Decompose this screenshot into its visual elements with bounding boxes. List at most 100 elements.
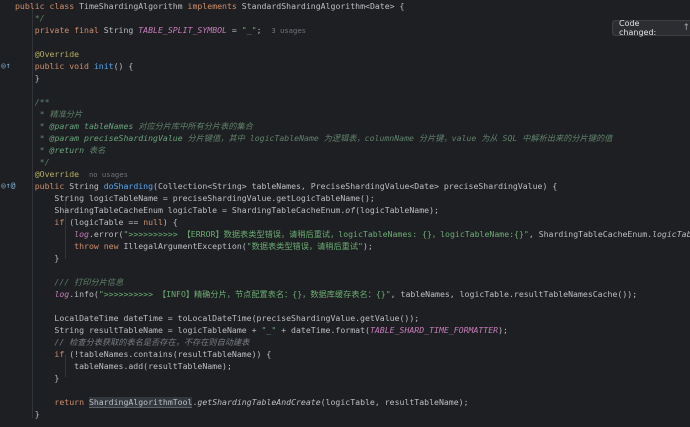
code-token: @param xyxy=(49,133,85,143)
code-line[interactable]: ShardingTableCacheEnum logicTable = Shar… xyxy=(0,204,690,216)
code-token: null xyxy=(143,217,163,227)
code-token: TimeShardingAlgorithm xyxy=(79,1,188,11)
code-token: .info( xyxy=(69,289,99,299)
code-line[interactable]: String resultTableName = logicTableName … xyxy=(0,324,690,336)
code-line[interactable]: * @return 表名 xyxy=(0,144,690,156)
code-token: ShardingAlgorithmTool xyxy=(88,397,193,408)
code-token: of xyxy=(345,205,356,215)
code-token: * xyxy=(15,121,50,131)
code-line[interactable]: return ShardingAlgorithmTool.getSharding… xyxy=(0,396,690,408)
code-line[interactable]: } xyxy=(0,372,690,384)
code-line[interactable]: public class TimeShardingAlgorithm imple… xyxy=(0,0,690,12)
code-token: "_" xyxy=(261,325,277,335)
code-token: tableNames xyxy=(84,121,139,131)
code-line[interactable]: @Override xyxy=(0,48,690,60)
code-token: + dateTime.format( xyxy=(276,325,370,335)
code-token: @Override xyxy=(15,49,80,59)
code-line[interactable]: public String doSharding(Collection<Stri… xyxy=(0,180,690,192)
code-token: "数据表类型错误，请稍后重试" xyxy=(246,241,363,251)
code-line[interactable]: if (logicTable == null) { xyxy=(0,216,690,228)
code-changed-label: Code changed: xyxy=(619,19,657,37)
code-token: class xyxy=(49,1,80,11)
code-token: doSharding xyxy=(103,181,154,191)
code-token: (logicTable == xyxy=(69,217,144,227)
code-token: public xyxy=(15,1,50,11)
code-token: (logicTableName); xyxy=(355,205,439,215)
code-line[interactable]: * @param tableNames 对应分片库中所有分片表的集合 xyxy=(0,120,690,132)
code-line[interactable]: /// 打印分片信息 xyxy=(0,276,690,288)
code-line[interactable]: } xyxy=(0,408,690,420)
arrow-up-icon[interactable]: ↑ xyxy=(682,23,690,33)
code-token: private final xyxy=(15,25,104,35)
code-line[interactable]: /** xyxy=(0,96,690,108)
code-line[interactable]: // 检查分表获取的表名是否存在，不存在则自动建表 xyxy=(0,336,690,348)
code-line[interactable]: log.error(">>>>>>>>>> 【ERROR】数据表类型错误，请稍后… xyxy=(0,228,690,240)
code-line[interactable]: LocalDateTime dateTime = toLocalDateTime… xyxy=(0,312,690,324)
code-token: @Override xyxy=(15,169,89,179)
code-token: , tableNames, logicTable.resultTableName… xyxy=(390,289,638,299)
code-changed-notification[interactable]: Code changed: ↑ xyxy=(612,19,690,37)
code-token: init xyxy=(93,61,114,71)
code-token: TABLE_SPLIT_SYMBOL xyxy=(138,25,227,35)
code-line[interactable]: throw new IllegalArgumentException("数据表类… xyxy=(0,240,690,252)
code-token: preciseShardingValue xyxy=(84,133,188,143)
code-token: IllegalArgumentException( xyxy=(123,241,247,251)
code-token: /// 打印分片信息 xyxy=(15,277,124,287)
code-token: 分片键值，其中 logicTableName 为逻辑表，columnName 分… xyxy=(187,133,613,143)
code-token: = xyxy=(226,25,242,35)
code-token: (!tableNames.contains(resultTableName)) … xyxy=(69,349,272,359)
code-token: ">>>>>>>>>> 【INFO】精确分片，节点配置表名：{}，数据库缓存表名… xyxy=(98,289,391,299)
code-token: .error( xyxy=(88,229,124,239)
override-gutter-icon[interactable]: ◎↑ xyxy=(1,61,11,71)
override-gutter-icon[interactable]: ◎↑@ xyxy=(1,181,15,191)
code-line[interactable]: */ xyxy=(0,156,690,168)
code-token: ShardingTableCacheEnum logicTable = Shar… xyxy=(15,205,346,215)
code-line[interactable]: private final String TABLE_SPLIT_SYMBOL … xyxy=(0,24,690,36)
code-token: logicTableNames xyxy=(652,229,690,239)
code-line[interactable]: if (!tableNames.contains(resultTableName… xyxy=(0,348,690,360)
code-token: } xyxy=(15,73,40,83)
code-token: ); xyxy=(362,241,373,251)
code-token: , ShardingTableCacheEnum. xyxy=(528,229,653,239)
code-line[interactable]: * 精准分片 xyxy=(0,108,690,120)
code-line[interactable]: @Override no usages xyxy=(0,168,690,180)
code-editor[interactable]: public class TimeShardingAlgorithm imple… xyxy=(0,0,690,427)
code-token: */ xyxy=(15,157,50,167)
code-token: String xyxy=(103,25,139,35)
code-line[interactable]: tableNames.add(resultTableName); xyxy=(0,360,690,372)
code-token: getShardingTableAndCreate xyxy=(197,397,321,407)
code-line[interactable]: * @param preciseShardingValue 分片键值，其中 lo… xyxy=(0,132,690,144)
code-token: (Collection<String> tableNames, PreciseS… xyxy=(153,181,558,191)
code-token: "_" xyxy=(241,25,257,35)
code-token: implements xyxy=(187,1,242,11)
code-token: String xyxy=(69,181,104,191)
code-token: no usages xyxy=(88,170,128,179)
code-line[interactable]: log.info(">>>>>>>>>> 【INFO】精确分片，节点配置表名：{… xyxy=(0,288,690,300)
code-token: * xyxy=(15,145,50,155)
code-line[interactable]: } xyxy=(0,252,690,264)
code-token: 3 usages xyxy=(271,26,306,35)
code-token: if xyxy=(15,349,70,359)
code-token: * xyxy=(15,133,50,143)
code-token: tableNames.add(resultTableName); xyxy=(15,361,232,371)
code-token: public xyxy=(15,181,70,191)
code-token: ">>>>>>>>>> 【ERROR】数据表类型错误，请稍后重试，logicTa… xyxy=(123,229,529,239)
code-line[interactable]: */ xyxy=(0,12,690,24)
code-token: /** xyxy=(15,97,50,107)
code-line[interactable]: public void init() { xyxy=(0,60,690,72)
code-token: ) { xyxy=(162,217,178,227)
code-token: ); xyxy=(498,325,508,335)
code-token: TABLE_SHARD_TIME_FORMATTER xyxy=(369,325,499,335)
code-token: * 精准分片 xyxy=(15,109,83,119)
code-token: if xyxy=(15,217,70,227)
code-token: 对应分片库中所有分片表的集合 xyxy=(138,121,253,131)
code-token: // 检查分表获取的表名是否存在，不存在则自动建表 xyxy=(15,337,250,347)
code-line[interactable]: } xyxy=(0,72,690,84)
code-token: } xyxy=(15,409,40,419)
code-token: throw new xyxy=(15,241,124,251)
code-token: } xyxy=(15,253,60,263)
code-token: (logicTable, resultTableName); xyxy=(320,397,469,407)
code-line[interactable]: String logicTableName = preciseShardingV… xyxy=(0,192,690,204)
